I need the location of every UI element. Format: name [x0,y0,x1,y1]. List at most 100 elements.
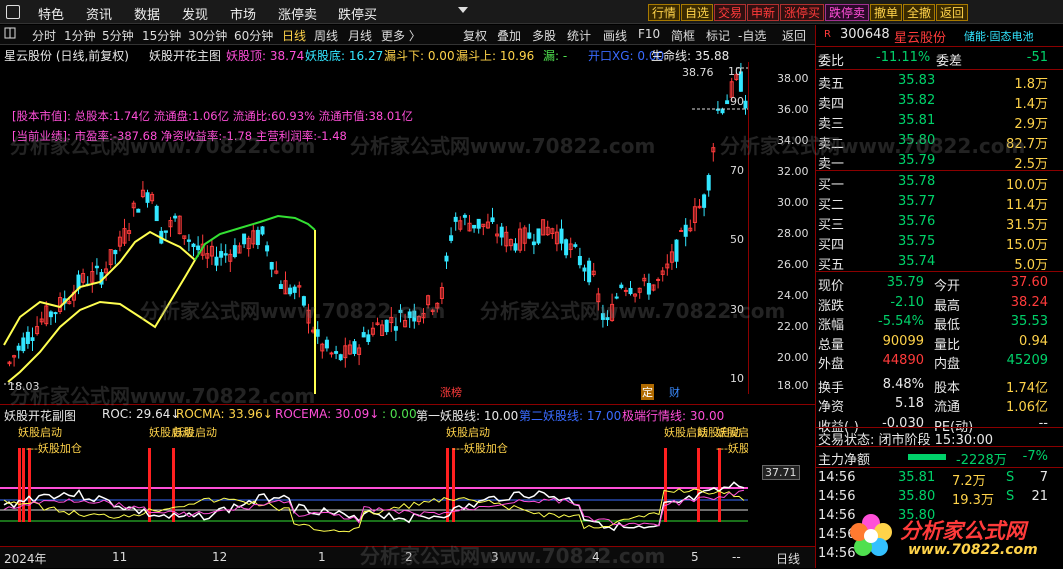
tab-weekly[interactable]: 周线 [314,27,338,44]
candle-body [605,317,610,321]
event-label-fixed[interactable]: 定 [641,384,654,400]
tab-monthly[interactable]: 月线 [348,27,372,44]
param-zero: : 0.00 [382,407,417,421]
date-label: 1 [318,550,326,564]
limit-up-buy-button[interactable]: 涨停买 [780,4,825,21]
candle-body [223,253,228,256]
candle-body [623,289,628,292]
tool-stats[interactable]: 统计 [567,27,591,44]
tab-60min[interactable]: 60分钟 [234,27,273,44]
event-label-rank[interactable]: 涨榜 [440,384,462,400]
limit-down-sell-button[interactable]: 跌停卖 [825,4,870,21]
tab-intraday[interactable]: 分时 [32,27,56,44]
date-label: 2 [405,550,413,564]
candle-body [706,175,711,191]
candle-body [30,337,35,341]
inner-axis-10-top: 10 [728,65,742,78]
menu-features[interactable]: 特色 [38,4,64,23]
sub-label: 妖股启动 [173,426,217,439]
candle-body [191,243,196,248]
tool-simple[interactable]: 简框 [671,27,695,44]
tab-5min[interactable]: 5分钟 [102,27,134,44]
candle-body [587,260,592,283]
candle-body [334,351,339,354]
tool-back[interactable]: 返回 [782,27,806,44]
menu-discover[interactable]: 发现 [182,4,208,23]
tool-remove-watch[interactable]: -自选 [738,27,766,44]
candle-body [398,309,403,313]
candle-body [145,192,150,203]
menu-market[interactable]: 市场 [230,4,256,23]
tool-draw[interactable]: 画线 [603,27,627,44]
price-tick: 34.00 [777,134,809,147]
date-label: 4 [592,550,600,564]
date-scroll[interactable]: -- [732,550,741,564]
back-button[interactable]: 返回 [936,4,969,21]
stat-label: 涨跌 [818,298,845,314]
stock-tags[interactable]: 储能·固态电池 [964,28,1034,44]
trade-button[interactable]: 交易 [714,4,747,21]
ipo-button[interactable]: 申新 [747,4,780,21]
stat-label: 最低 [934,318,961,333]
candle-body [329,352,334,355]
tab-daily[interactable]: 日线 [282,27,306,44]
tab-15min[interactable]: 15分钟 [142,27,181,44]
candle-body [366,334,371,342]
candle-body [683,224,688,237]
sub-label: ---妖股加仓 [452,442,508,455]
brand-name: 分析家公式网 [900,519,1026,543]
candle-body [743,100,748,109]
stat-value: 44890 [882,353,924,368]
watchlist-button[interactable]: 自选 [681,4,714,21]
menu-data[interactable]: 数据 [134,4,160,23]
stat-label: 总量 [818,337,845,353]
grid-icon[interactable] [4,27,16,42]
date-label: 2024年 [4,552,47,566]
tab-more[interactable]: 更多 〉 [381,27,421,44]
candle-body [278,284,283,289]
inner-axis-30: 30 [730,303,744,316]
brand-logo: 分析家公式网 www.70822.com [848,511,1060,563]
candle-body [232,245,237,258]
cancel-all-button[interactable]: 全撤 [903,4,936,21]
menu-news[interactable]: 资讯 [86,4,112,23]
chevron-down-icon[interactable] [456,3,470,21]
tab-1min[interactable]: 1分钟 [64,27,96,44]
stat-value: -2.10 [890,294,924,310]
stat-label: 外盘 [818,357,845,372]
candle-body [53,312,58,315]
menu-limit-down-buy[interactable]: 跌停买 [338,4,377,23]
candlestick-chart[interactable]: 38.76 18.03 [股本市值]: 总股本:1.74亿 流通盘:1.06亿 … [0,62,748,400]
app-menu-icon[interactable] [6,5,20,19]
cancel-order-button[interactable]: 撤单 [870,4,903,21]
event-label-finance[interactable]: 财 [669,384,680,400]
tool-overlay[interactable]: 叠加 [497,27,521,44]
bid-price: 35.77 [898,194,936,209]
ask-label: 卖四 [818,97,845,112]
ask-price: 35.80 [898,133,936,148]
candle-body [154,205,159,222]
weibi-value: -11.11% [876,50,931,65]
tool-mark[interactable]: 标记 [706,27,730,44]
candle-body [679,229,684,232]
high-price-mark: 38.76 [682,66,714,79]
price-tick: 30.00 [777,196,809,209]
stat-label: 今开 [934,279,961,294]
ask-price: 35.82 [898,93,936,108]
period-indicator[interactable]: 日线 [776,550,800,567]
stock-code: 300648 [840,27,890,42]
menu-limit-up-sell[interactable]: 涨停卖 [278,4,317,23]
signal-bar [718,448,721,522]
sub-indicator-bar: 妖股开花副图 ROC: 29.64↓ ROCMA: 33.96↓ ROCEMA:… [0,404,815,423]
tab-30min[interactable]: 30分钟 [188,27,227,44]
weicha-value: -51 [1026,50,1048,65]
candle-body [582,267,587,272]
inner-axis-10: 10 [730,372,744,385]
quote-button[interactable]: 行情 [648,4,681,21]
tool-f10[interactable]: F10 [638,27,660,41]
tool-adjust[interactable]: 复权 [463,27,487,44]
main-indicator-bar: 星云股份 (日线,前复权) 妖股开花主图 妖股顶: 38.74 妖股底: 16.… [0,46,815,63]
tool-multi[interactable]: 多股 [532,27,556,44]
price-tick: 32.00 [777,165,809,178]
sub-indicator-chart[interactable]: 妖股启动 ---妖股加仓 妖股启动 妖股启动 妖股启动 ---妖股加仓 妖股启动… [0,420,748,546]
